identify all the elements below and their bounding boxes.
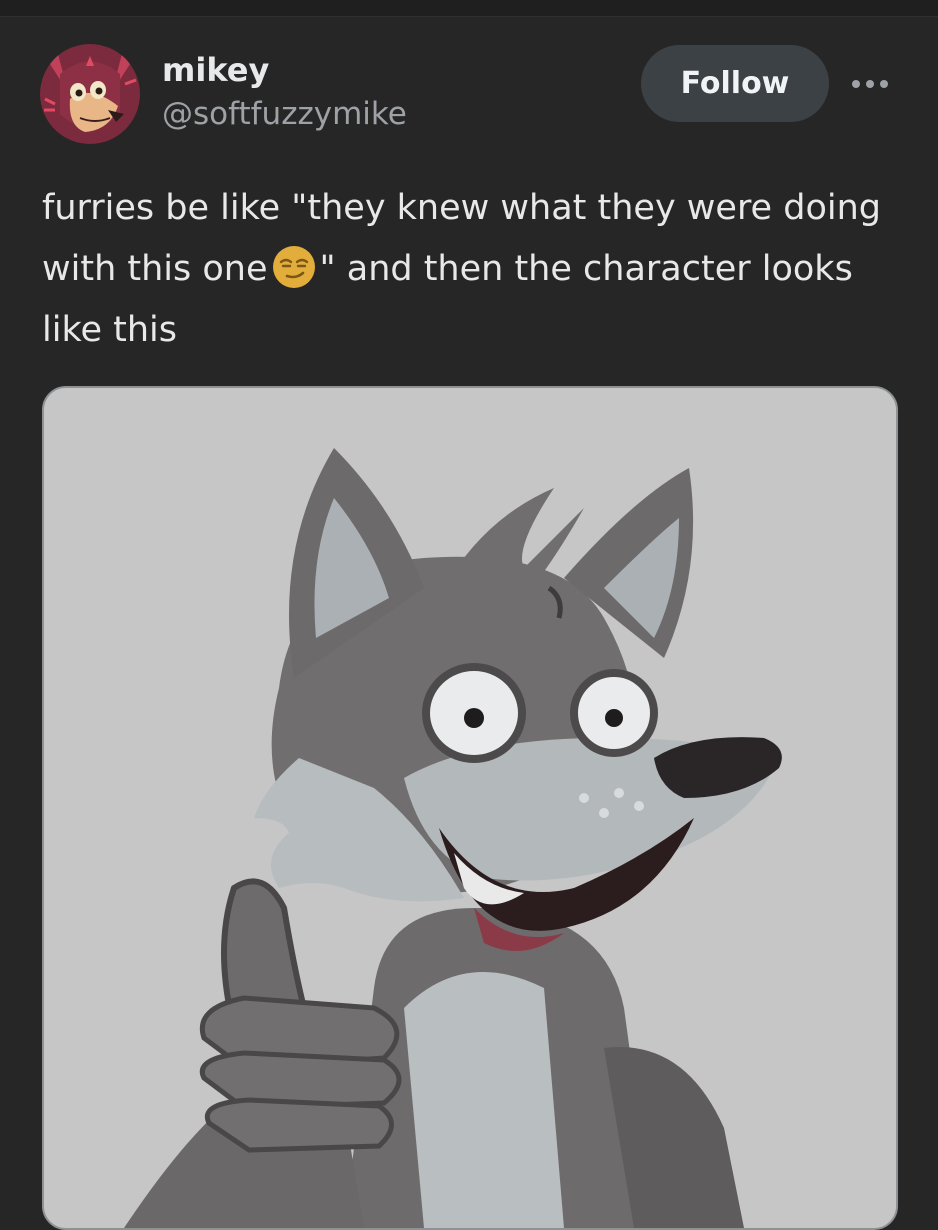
follow-button[interactable]: Follow [641, 45, 829, 122]
author-block: mikey @softfuzzymike [162, 48, 407, 134]
post-text: furries be like "they knew what they wer… [42, 178, 892, 361]
more-options-icon [852, 80, 888, 88]
post-header: mikey @softfuzzymike Follow [40, 44, 900, 144]
post-image[interactable] [42, 386, 898, 1230]
avatar-red-fox-icon [40, 44, 140, 144]
display-name[interactable]: mikey [162, 48, 407, 92]
user-handle[interactable]: @softfuzzymike [162, 94, 407, 134]
more-options-button[interactable] [845, 66, 895, 102]
smirking-face-icon [272, 245, 316, 289]
top-bar [0, 0, 938, 17]
avatar[interactable] [40, 44, 140, 144]
wolf-thumbs-up-icon [44, 388, 896, 1228]
